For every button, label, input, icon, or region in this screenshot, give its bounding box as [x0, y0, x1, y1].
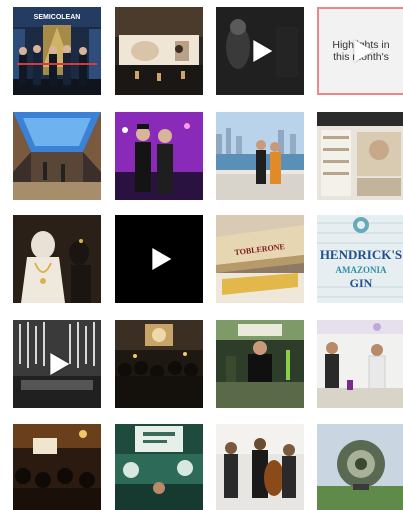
- photo-hendricks-gin-sign: HENDRICK'S AMAZONIA GIN: [317, 215, 403, 303]
- grid-tile-r1c3[interactable]: [216, 7, 304, 95]
- photo-event-stage: [115, 7, 203, 95]
- sign-text: SEMICOLEAN: [34, 14, 81, 21]
- grid-tile-r1c1[interactable]: SEMICOLEAN: [13, 7, 101, 95]
- grid-tile-r4c1[interactable]: [13, 320, 101, 408]
- grid-tile-r3c2[interactable]: [115, 215, 203, 303]
- brand-text-line3: GIN: [350, 276, 373, 290]
- grid-tile-r4c4[interactable]: [317, 320, 403, 408]
- grid-tile-r5c1[interactable]: [13, 424, 101, 510]
- video-play-icon[interactable]: [152, 248, 172, 270]
- grid-tile-r3c4[interactable]: HENDRICK'S AMAZONIA GIN: [317, 215, 403, 303]
- photo-crowd-event: [115, 320, 203, 408]
- grid-tile-r1c4[interactable]: Highlights in this month's: [317, 7, 403, 95]
- grid-tile-r2c2[interactable]: [115, 112, 203, 200]
- grid-tile-r5c3[interactable]: [216, 424, 304, 510]
- video-play-icon[interactable]: [354, 40, 374, 62]
- brand-text-line2: AMAZONIA: [336, 265, 387, 275]
- photo-presentation-table: [317, 320, 403, 408]
- photo-bartender-green: [216, 320, 304, 408]
- photo-waterfront-skyline: [216, 112, 304, 200]
- photo-jazz-band: [216, 424, 304, 510]
- photo-store-shelves: [317, 112, 403, 200]
- brand-text-line1: HENDRICK'S: [320, 247, 402, 262]
- photo-banquet-hall: [13, 424, 101, 510]
- grid-tile-r5c2[interactable]: [115, 424, 203, 510]
- instagram-photo-grid: SEMICOLEAN Highlights in this month's TO…: [0, 0, 403, 510]
- photo-ribbon-cutting: SEMICOLEAN: [13, 7, 101, 95]
- photo-garden-booth: [115, 424, 203, 510]
- video-play-icon[interactable]: [253, 40, 273, 62]
- grid-tile-r2c3[interactable]: [216, 112, 304, 200]
- grid-tile-r1c2[interactable]: [115, 7, 203, 95]
- grid-tile-r3c3[interactable]: TOBLERONE: [216, 215, 304, 303]
- photo-outdoor-sculpture: [317, 424, 403, 510]
- grid-tile-r4c2[interactable]: [115, 320, 203, 408]
- grid-tile-r4c3[interactable]: [216, 320, 304, 408]
- photo-led-ceiling-mall: [13, 112, 101, 200]
- grid-tile-r3c1[interactable]: [13, 215, 101, 303]
- video-play-icon[interactable]: [50, 353, 70, 375]
- photo-toblerone-display: TOBLERONE: [216, 215, 304, 303]
- grid-tile-r5c4[interactable]: [317, 424, 403, 510]
- grid-tile-r2c1[interactable]: [13, 112, 101, 200]
- grid-tile-r2c4[interactable]: [317, 112, 403, 200]
- photo-jewelry-display: [13, 215, 101, 303]
- photo-couple-purple-lights: [115, 112, 203, 200]
